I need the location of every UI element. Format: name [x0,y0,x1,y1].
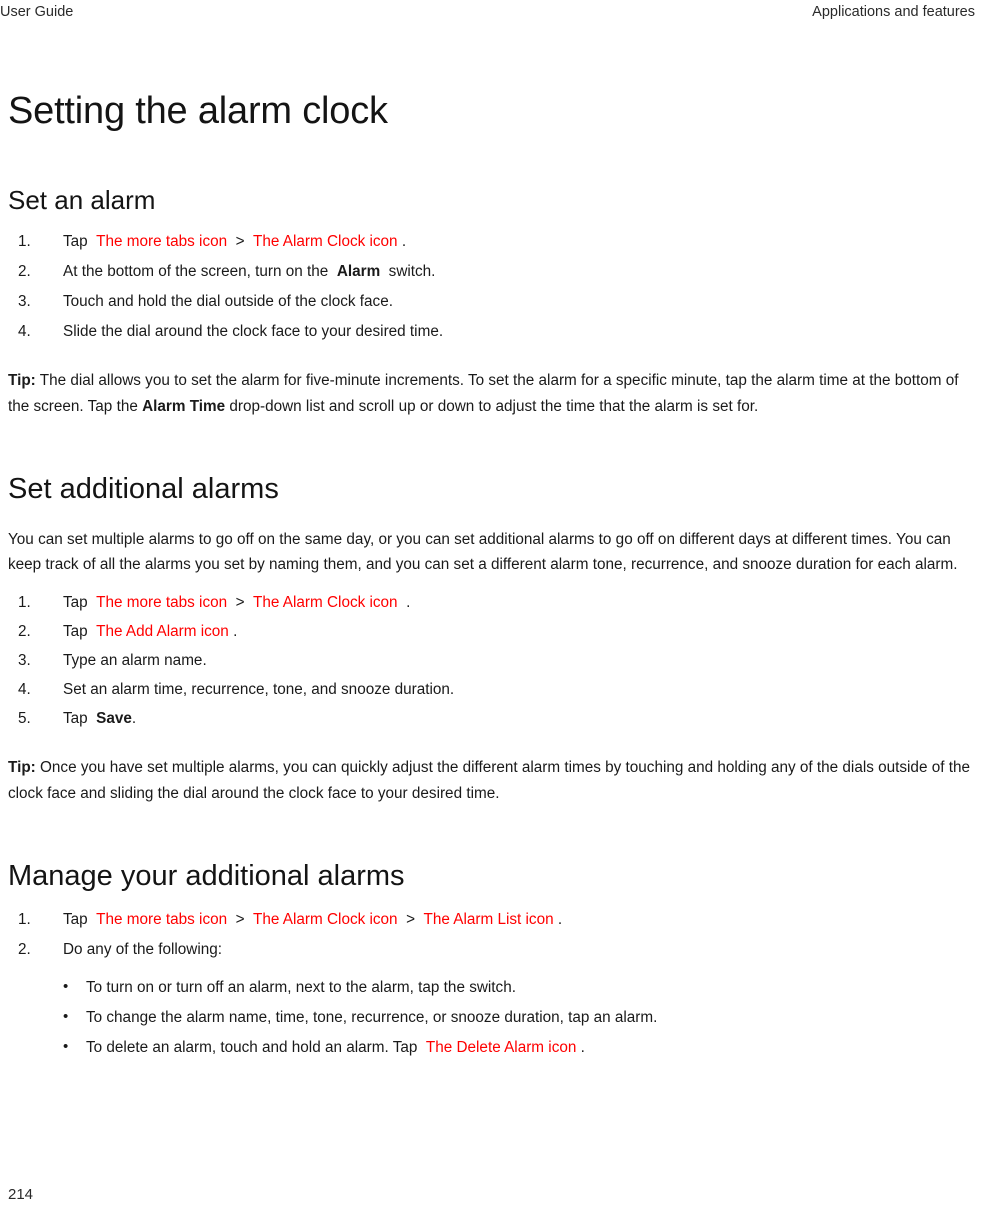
section-heading-set-additional-alarms: Set additional alarms [8,473,279,505]
tip-label: Tip: [8,759,36,776]
step-text-end: . [233,623,238,640]
tip-text-part2: drop-down list and scroll up or down to … [229,397,759,415]
tip-paragraph-set-an-alarm: Tip: The dial allows you to set the alar… [8,368,976,419]
step-text-end: switch. [388,263,436,280]
step-text: Tap [63,710,88,727]
step-text-end: . [406,594,411,611]
step-text: At the bottom of the screen, turn on the [63,263,329,280]
list-item: Tap Save. [8,709,976,729]
bullet-text-end: . [580,1039,585,1056]
header-right-label: Applications and features [812,4,975,20]
step-text-end: . [557,911,563,928]
tip-text-part1: Once you have set multiple alarms, you c… [8,759,970,802]
step-text: Type an alarm name. [63,652,207,669]
step-text: Touch and hold the dial outside of the c… [63,293,393,310]
step-separator: > [406,911,416,928]
icon-reference-alarm-clock[interactable]: The Alarm Clock icon [253,233,398,250]
sub-bullet-list-manage-additional-alarms: To turn on or turn off an alarm, next to… [8,977,976,1058]
step-text-end: . [401,233,407,250]
step-text: Slide the dial around the clock face to … [63,323,444,340]
list-item: To delete an alarm, touch and hold an al… [8,1037,976,1058]
tip-paragraph-set-additional-alarms: Tip: Once you have set multiple alarms, … [8,755,976,806]
list-item: To change the alarm name, time, tone, re… [8,1007,976,1028]
step-text: Tap [63,623,88,640]
step-bold-save: Save [96,710,132,727]
bullet-text: To change the alarm name, time, tone, re… [86,1009,658,1026]
list-item: Type an alarm name. [8,651,976,671]
running-header: User Guide Applications and features [0,0,975,28]
steps-list-manage-additional-alarms: Tap The more tabs icon > The Alarm Clock… [8,910,976,960]
icon-reference-more-tabs[interactable]: The more tabs icon [96,594,227,611]
list-item: To turn on or turn off an alarm, next to… [8,977,976,998]
tip-label: Tip: [8,372,36,389]
step-text: Tap [63,233,88,250]
icon-reference-add-alarm[interactable]: The Add Alarm icon [96,623,229,640]
step-separator: > [235,594,245,611]
header-left-label: User Guide [0,4,74,20]
list-item: Slide the dial around the clock face to … [8,322,976,342]
icon-reference-alarm-clock[interactable]: The Alarm Clock icon [253,911,398,928]
list-item: Tap The more tabs icon > The Alarm Clock… [8,910,976,930]
list-item: Touch and hold the dial outside of the c… [8,292,976,312]
page-number: 214 [8,1186,34,1203]
step-text: Do any of the following: [63,941,223,958]
icon-reference-alarm-list[interactable]: The Alarm List icon [424,911,554,928]
list-item: At the bottom of the screen, turn on the… [8,262,976,282]
step-text: Set an alarm time, recurrence, tone, and… [63,681,455,698]
icon-reference-more-tabs[interactable]: The more tabs icon [96,911,227,928]
section-heading-manage-additional-alarms: Manage your additional alarms [8,860,405,892]
list-item: Tap The more tabs icon > The Alarm Clock… [8,593,976,613]
steps-list-set-an-alarm: Tap The more tabs icon > The Alarm Clock… [8,232,976,342]
icon-reference-more-tabs[interactable]: The more tabs icon [96,233,227,250]
step-text-end: . [131,710,137,727]
step-text: Tap [63,911,88,928]
page-title: Setting the alarm clock [8,90,388,132]
bullet-text: To turn on or turn off an alarm, next to… [86,979,516,996]
icon-reference-delete-alarm[interactable]: The Delete Alarm icon [426,1039,577,1056]
step-separator: > [235,911,245,928]
steps-list-set-additional-alarms: Tap The more tabs icon > The Alarm Clock… [8,593,976,729]
section-heading-set-an-alarm: Set an alarm [8,185,156,215]
step-separator: > [235,233,245,250]
list-item: Tap The Add Alarm icon . [8,622,976,642]
bullet-text: To delete an alarm, touch and hold an al… [86,1039,418,1056]
step-bold-alarm: Alarm [336,263,381,280]
list-item: Tap The more tabs icon > The Alarm Clock… [8,232,976,252]
step-text: Tap [63,594,88,611]
list-item: Do any of the following: [8,940,976,960]
icon-reference-alarm-clock[interactable]: The Alarm Clock icon [253,594,398,611]
intro-paragraph-set-additional-alarms: You can set multiple alarms to go off on… [8,531,958,573]
document-content: Setting the alarm clock Set an alarm Tap… [8,26,976,1058]
tip-bold-alarm-time: Alarm Time [142,397,226,415]
list-item: Set an alarm time, recurrence, tone, and… [8,680,976,700]
document-page: User Guide Applications and features Set… [0,0,981,1213]
